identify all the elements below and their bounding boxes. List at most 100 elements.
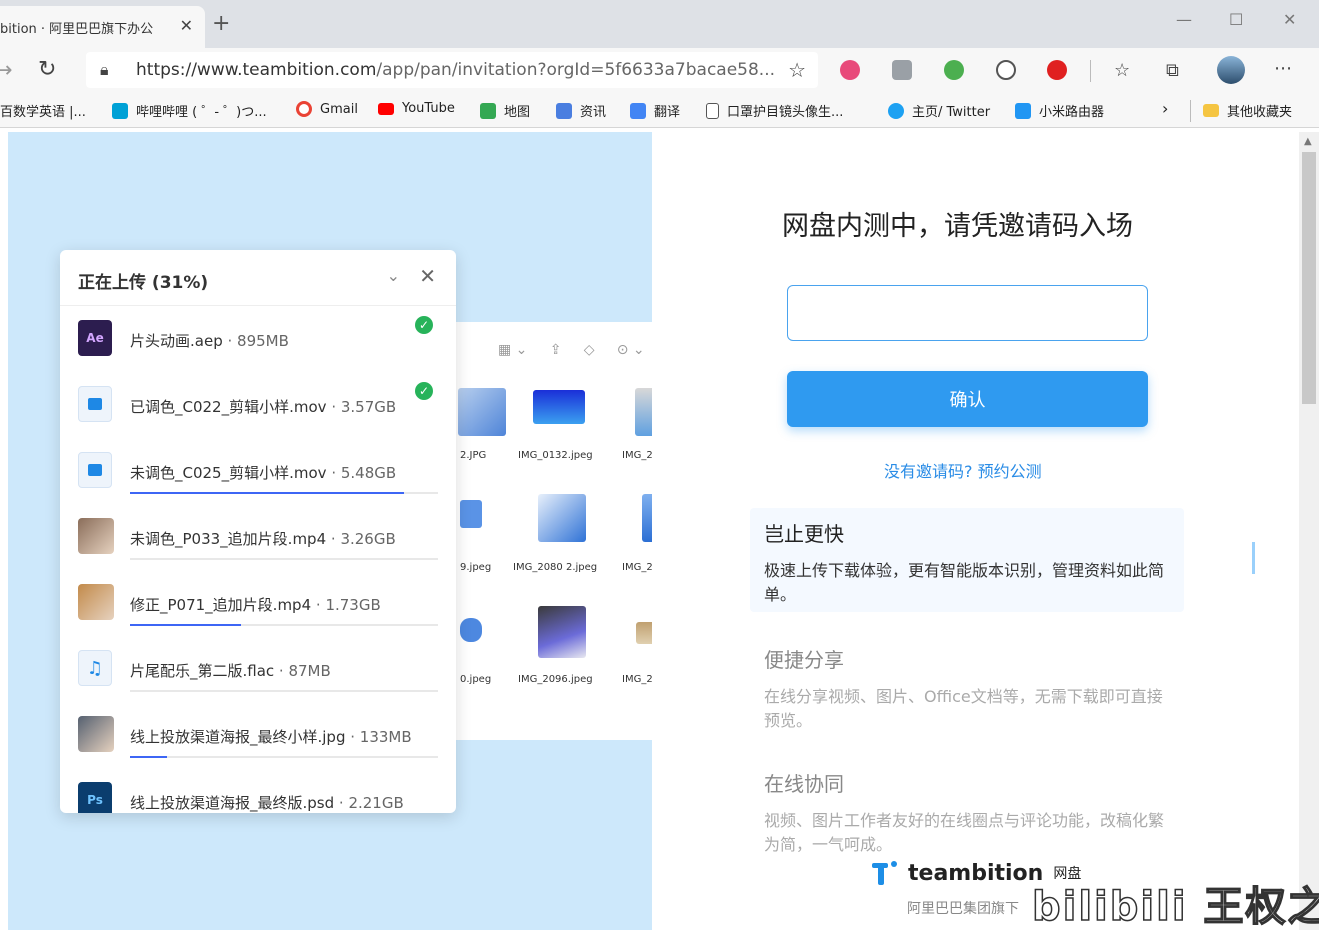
translate-icon bbox=[630, 102, 646, 119]
profile-avatar[interactable] bbox=[1217, 56, 1245, 84]
upload-file-name: 已调色_C022_剪辑小样.mov · 3.57GB bbox=[130, 396, 396, 417]
bookmark-item[interactable]: 哔哩哔哩 ( ゜- ゜)つ... bbox=[112, 101, 267, 120]
favorite-star-icon[interactable]: ☆ bbox=[788, 58, 806, 82]
speed-dial-icon[interactable] bbox=[996, 60, 1016, 80]
file-size: 1.73GB bbox=[325, 596, 381, 614]
lock-icon: 🔒︎ bbox=[100, 60, 109, 79]
file-name: IMG_2096.jpeg bbox=[518, 674, 593, 685]
feature-description: 在线分享视频、图片、Office文档等，无需下载即可直接预览。 bbox=[764, 687, 1163, 730]
upload-file-name: 未调色_P033_追加片段.mp4 · 3.26GB bbox=[130, 528, 396, 549]
tab-strip: bition · 阿里巴巴旗下办公 ✕ + — ☐ ✕ bbox=[0, 0, 1319, 48]
separator-dot: · bbox=[334, 794, 349, 812]
confirm-button[interactable]: 确认 bbox=[787, 371, 1148, 427]
upload-progress-bar bbox=[130, 558, 438, 560]
url-text: https://www.teambition.com/app/pan/invit… bbox=[136, 60, 775, 80]
maps-icon bbox=[480, 102, 496, 119]
bookmark-item[interactable]: Gmail bbox=[296, 101, 358, 117]
favorites-icon[interactable]: ☆ bbox=[1114, 60, 1130, 81]
file-thumbnail[interactable] bbox=[636, 622, 652, 644]
scroll-thumb[interactable] bbox=[1302, 152, 1316, 404]
file-thumbnail[interactable] bbox=[458, 388, 506, 436]
upload-progress-fill bbox=[130, 492, 405, 494]
window-close-icon[interactable]: ✕ bbox=[1283, 10, 1296, 29]
file-size: 87MB bbox=[288, 662, 331, 680]
separator-dot: · bbox=[222, 332, 238, 350]
upload-file-name: 线上投放渠道海报_最终小样.jpg · 133MB bbox=[130, 726, 412, 747]
file-thumbnail[interactable] bbox=[460, 618, 482, 642]
url-host: https://www.teambition.com bbox=[136, 60, 377, 80]
upload-item[interactable]: ♫ 片尾配乐_第二版.flac · 87MB bbox=[60, 636, 456, 702]
collapse-chevron-icon[interactable]: ⌄ bbox=[387, 266, 400, 285]
address-bar[interactable]: 🔒︎ https://www.teambition.com/app/pan/in… bbox=[86, 52, 818, 88]
more-options-icon[interactable]: ⊙ ⌄ bbox=[617, 342, 645, 358]
file-size: 2.21GB bbox=[348, 794, 404, 812]
bookmark-label: 资讯 bbox=[580, 105, 607, 120]
extension-icon-3[interactable] bbox=[944, 60, 964, 80]
upload-item[interactable]: 已调色_C022_剪辑小样.mov · 3.57GB ✓ bbox=[60, 372, 456, 438]
bookmark-item[interactable]: 口罩护目镜头像生... bbox=[706, 101, 843, 120]
feature-item-sharing[interactable]: 便捷分享 在线分享视频、图片、Office文档等，无需下载即可直接预览。 bbox=[750, 634, 1184, 738]
feature-item-faster[interactable]: 岂止更快 极速上传下载体验，更有智能版本识别，管理资料如此简单。 bbox=[750, 508, 1184, 612]
file-name-text: 线上投放渠道海报_最终版.psd bbox=[130, 794, 335, 812]
upload-complete-check-icon: ✓ bbox=[415, 382, 433, 400]
file-thumbnail[interactable] bbox=[538, 606, 586, 658]
file-thumbnail[interactable] bbox=[635, 388, 652, 436]
file-thumbnail[interactable] bbox=[642, 494, 652, 542]
refresh-icon[interactable]: ↻ bbox=[38, 57, 56, 82]
grid-view-icon[interactable]: ▦ ⌄ bbox=[498, 342, 527, 358]
bookmark-item[interactable]: 小米路由器 bbox=[1015, 101, 1104, 120]
upload-item[interactable]: Ps 线上投放渠道海报_最终版.psd · 2.21GB bbox=[60, 768, 456, 813]
extension-icon-1[interactable] bbox=[840, 60, 860, 80]
maximize-icon[interactable]: ☐ bbox=[1229, 10, 1243, 29]
file-thumbnail[interactable] bbox=[533, 390, 585, 424]
file-name: IMG_0132.jpeg bbox=[518, 450, 593, 461]
close-tab-icon[interactable]: ✕ bbox=[180, 16, 193, 35]
tag-icon[interactable]: ◇ bbox=[584, 342, 595, 358]
upload-progress-fill bbox=[130, 624, 241, 626]
page-scrollbar[interactable]: ▲ bbox=[1299, 132, 1319, 930]
bookmark-item[interactable]: 主页/ Twitter bbox=[888, 101, 990, 120]
upload-progress-bar bbox=[130, 624, 438, 626]
feature-item-collab[interactable]: 在线协同 视频、图片工作者友好的在线圈点与评论功能，改稿化繁为简，一气呵成。 bbox=[750, 758, 1184, 862]
minimize-icon[interactable]: — bbox=[1176, 10, 1192, 29]
bookmark-item[interactable]: 百数学英语 |... bbox=[0, 101, 86, 120]
forward-icon[interactable]: → bbox=[0, 58, 12, 83]
upload-progress-bar bbox=[130, 756, 438, 758]
reserve-beta-link[interactable]: 没有邀请码? 预约公测 bbox=[884, 458, 1042, 482]
bookmarks-overflow-icon[interactable]: › bbox=[1162, 99, 1168, 118]
invitation-code-input[interactable] bbox=[787, 285, 1148, 341]
feature-description: 极速上传下载体验，更有智能版本识别，管理资料如此简单。 bbox=[764, 561, 1165, 604]
scroll-up-arrow-icon[interactable]: ▲ bbox=[1304, 136, 1312, 147]
more-menu-icon[interactable]: ⋯ bbox=[1274, 58, 1292, 79]
google-icon bbox=[296, 101, 312, 117]
upload-item[interactable]: 未调色_P033_追加片段.mp4 · 3.26GB bbox=[60, 504, 456, 570]
upload-item[interactable]: 线上投放渠道海报_最终小样.jpg · 133MB bbox=[60, 702, 456, 768]
upload-item[interactable]: 未调色_C025_剪辑小样.mov · 5.48GB bbox=[60, 438, 456, 504]
toolbar-separator bbox=[1090, 60, 1091, 82]
feature-title: 便捷分享 bbox=[764, 648, 844, 672]
file-size: 3.57GB bbox=[340, 398, 397, 416]
upload-file-name: 片尾配乐_第二版.flac · 87MB bbox=[130, 660, 331, 681]
extension-icon-2[interactable] bbox=[892, 60, 912, 80]
share-icon[interactable]: ⇪ bbox=[550, 342, 562, 358]
collections-icon[interactable]: ⧉ bbox=[1166, 60, 1179, 81]
new-tab-icon[interactable]: + bbox=[212, 13, 230, 35]
upload-item[interactable]: Ae 片头动画.aep · 895MB ✓ bbox=[60, 306, 456, 372]
browser-tab[interactable]: bition · 阿里巴巴旗下办公 ✕ bbox=[0, 6, 205, 48]
file-name: IMG_20 bbox=[622, 674, 652, 685]
feature-description: 视频、图片工作者友好的在线圈点与评论功能，改稿化繁为简，一气呵成。 bbox=[764, 811, 1165, 854]
opera-icon[interactable] bbox=[1047, 60, 1067, 80]
upload-item[interactable]: 修正_P071_追加片段.mp4 · 1.73GB bbox=[60, 570, 456, 636]
other-favorites-folder[interactable]: 其他收藏夹 bbox=[1203, 101, 1292, 120]
file-thumbnail[interactable] bbox=[538, 494, 586, 542]
upload-panel-header: 正在上传 (31%) ⌄ ✕ bbox=[60, 250, 456, 306]
close-icon[interactable]: ✕ bbox=[419, 264, 436, 288]
bookmark-item[interactable]: 翻译 bbox=[630, 101, 680, 120]
bookmark-item[interactable]: YouTube bbox=[378, 101, 455, 116]
bookmark-item[interactable]: 地图 bbox=[480, 101, 530, 120]
file-name: IMG_20 bbox=[622, 450, 652, 461]
youtube-icon bbox=[378, 102, 394, 115]
bookmark-item[interactable]: 资讯 bbox=[556, 101, 606, 120]
separator-dot: · bbox=[345, 728, 360, 746]
file-thumbnail[interactable] bbox=[460, 500, 482, 528]
